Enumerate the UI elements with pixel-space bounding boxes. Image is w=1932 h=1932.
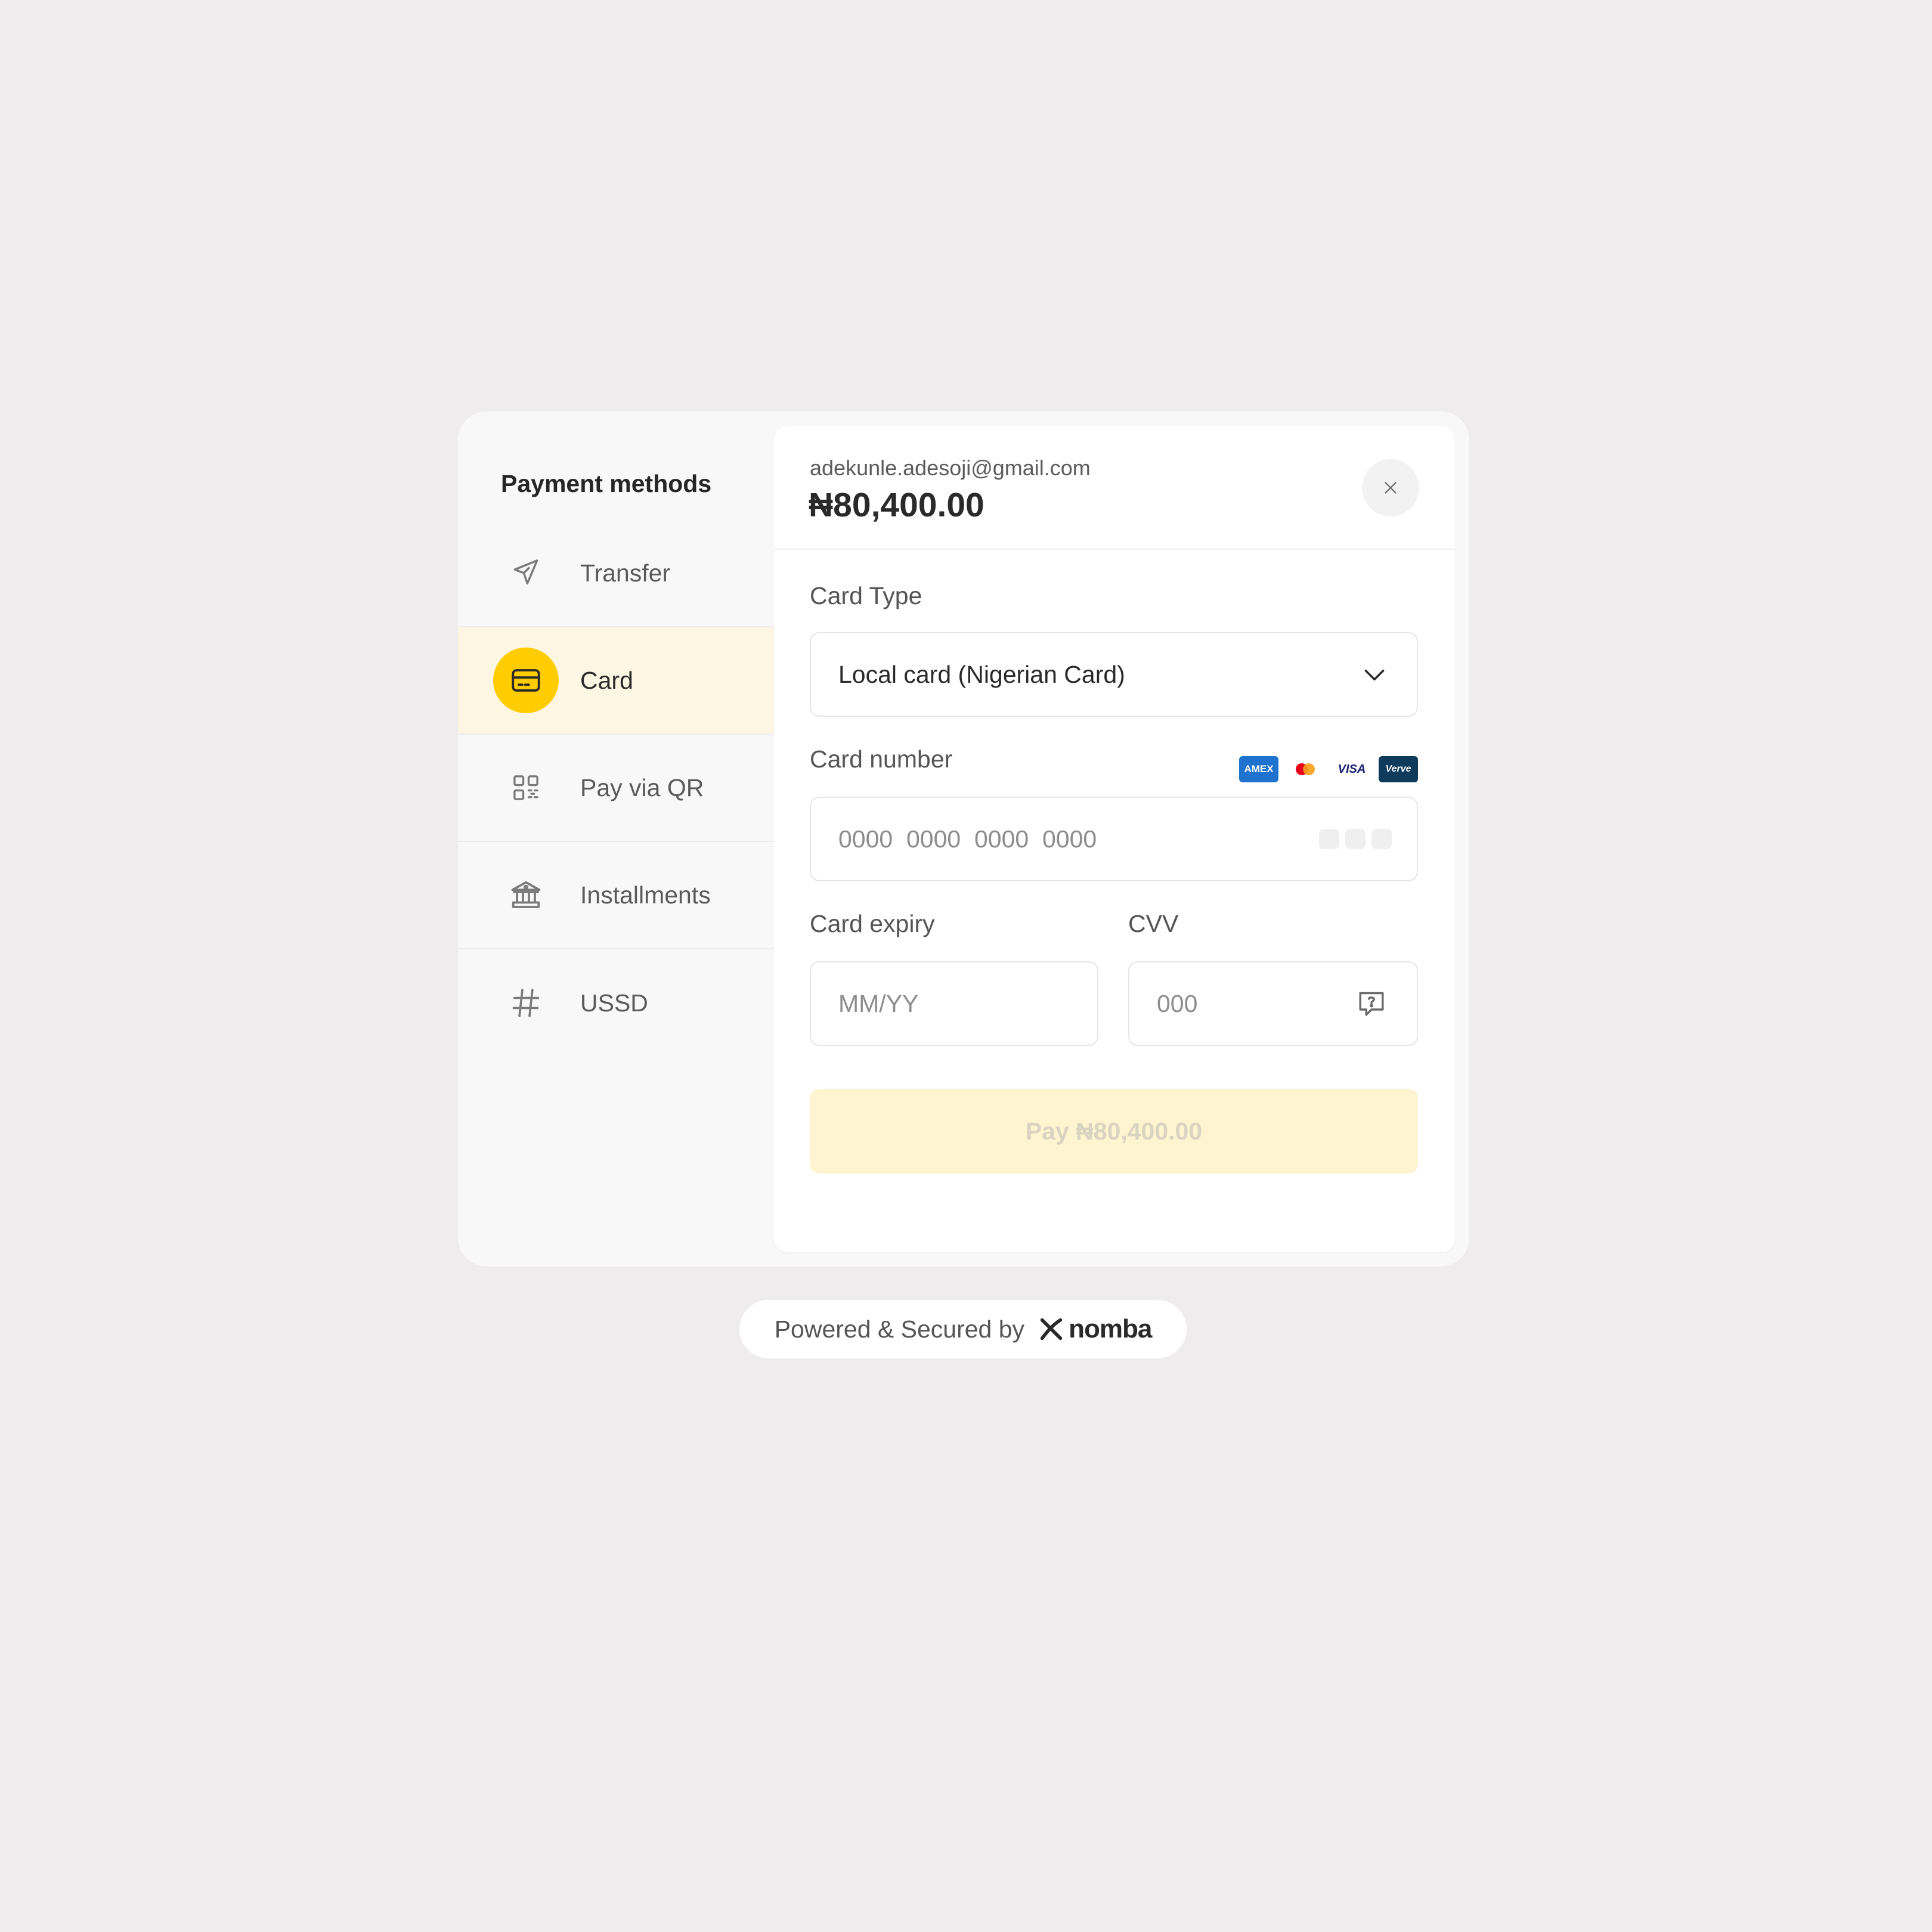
payment-modal: Payment methods Transfer Card Pay via QR… xyxy=(458,411,1469,1267)
sidebar-item-label: USSD xyxy=(580,989,648,1017)
sidebar-item-transfer[interactable]: Transfer xyxy=(458,520,774,627)
qr-code-icon xyxy=(493,755,559,821)
cvv-placeholder: 000 xyxy=(1157,989,1198,1017)
pay-button[interactable]: Pay ₦80,400.00 xyxy=(810,1089,1418,1174)
card-number-input[interactable]: 0000 0000 0000 0000 xyxy=(810,797,1418,881)
card-expiry-placeholder: MM/YY xyxy=(838,989,919,1017)
nomba-wordmark: nomba xyxy=(1069,1314,1152,1343)
cvv-input[interactable]: 000 xyxy=(1128,961,1418,1046)
send-icon xyxy=(493,540,559,606)
close-button[interactable] xyxy=(1362,459,1419,516)
payment-methods-sidebar: Payment methods Transfer Card Pay via QR… xyxy=(458,411,774,1267)
hash-icon xyxy=(493,970,559,1036)
sidebar-item-card[interactable]: Card xyxy=(458,627,774,735)
powered-by-badge: Powered & Secured by nomba xyxy=(739,1300,1187,1358)
card-brand-placeholder xyxy=(1371,829,1392,849)
card-type-value: Local card (Nigerian Card) xyxy=(838,660,1125,688)
sidebar-title: Payment methods xyxy=(501,470,712,497)
card-brand-placeholder xyxy=(1319,829,1339,849)
help-icon[interactable] xyxy=(1354,986,1389,1021)
amex-logo: AMEX xyxy=(1239,756,1278,782)
card-expiry-input[interactable]: MM/YY xyxy=(810,961,1098,1046)
visa-logo: VISA xyxy=(1332,756,1371,782)
sidebar-item-label: Installments xyxy=(580,881,711,909)
card-number-label: Card number xyxy=(810,745,953,773)
chevron-down-icon xyxy=(1364,669,1385,681)
card-number-placeholder: 0000 0000 0000 0000 xyxy=(838,825,1097,853)
sidebar-item-label: Card xyxy=(580,666,633,694)
cvv-label: CVV xyxy=(1128,910,1179,937)
payment-amount: ₦80,400.00 xyxy=(809,486,984,524)
sidebar-item-pay-via-qr[interactable]: Pay via QR xyxy=(458,735,774,842)
mastercard-logo xyxy=(1286,756,1325,782)
bank-icon xyxy=(493,862,559,928)
sidebar-item-label: Pay via QR xyxy=(580,773,704,801)
credit-card-icon xyxy=(493,648,559,713)
card-type-label: Card Type xyxy=(810,582,922,609)
nomba-mark-icon xyxy=(1040,1318,1063,1340)
nomba-logo: nomba xyxy=(1038,1314,1152,1344)
verve-logo: Verve xyxy=(1379,756,1418,782)
customer-email: adekunle.adesoji@gmail.com xyxy=(810,456,1091,480)
card-type-select[interactable]: Local card (Nigerian Card) xyxy=(810,632,1418,717)
close-icon xyxy=(1385,482,1397,494)
payment-header: adekunle.adesoji@gmail.com ₦80,400.00 xyxy=(774,426,1455,550)
card-brand-placeholder xyxy=(1345,829,1366,849)
card-expiry-label: Card expiry xyxy=(810,910,935,937)
sidebar-item-installments[interactable]: Installments xyxy=(458,842,774,949)
card-payment-panel: adekunle.adesoji@gmail.com ₦80,400.00 Ca… xyxy=(774,426,1455,1252)
sidebar-item-ussd[interactable]: USSD xyxy=(458,949,774,1057)
powered-by-text: Powered & Secured by xyxy=(774,1315,1025,1343)
sidebar-item-label: Transfer xyxy=(580,559,671,587)
